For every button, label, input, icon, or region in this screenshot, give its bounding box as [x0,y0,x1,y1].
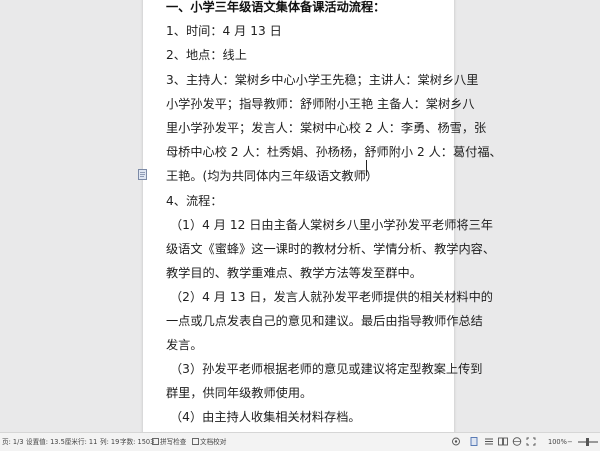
text-cursor [366,160,367,176]
outline-view-icon[interactable] [484,437,494,446]
document-line[interactable]: 群里，供同年级教师使用。 [166,385,312,401]
zoom-level[interactable]: 100% [548,433,567,451]
document-line[interactable]: 4、流程： [166,193,223,209]
page-view-icon[interactable] [469,437,479,446]
status-bar: 页: 1/3 设置值: 13.5厘米 行: 11 列: 19 字数: 1503 … [0,432,600,451]
column-indicator: 列: 19 [100,438,120,446]
document-line[interactable]: 一点或几点发表自己的意见和建议。最后由指导教师作总结 [166,313,483,329]
document-line[interactable]: 3、主持人：棠树乡中心小学王先稳；主讲人：棠树乡八里 [166,72,478,88]
document-page[interactable]: 一、小学三年级语文集体备课活动流程： 1、时间：4 月 13 日 2、地点：线上 3、… [143,0,502,432]
proofread-label: 文档校对 [200,438,227,446]
spellcheck-button[interactable]: 拼写检查 [152,433,186,451]
document-line[interactable]: 级语文《蜜蜂》这一课时的教材分析、学情分析、教学内容、 [166,241,495,257]
document-line[interactable]: 2、地点：线上 [166,47,247,63]
zoom-slider-handle[interactable] [586,438,589,446]
document-workspace[interactable]: 一、小学三年级语文集体备课活动流程： 1、时间：4 月 13 日 2、地点：线上 3、… [0,0,600,432]
document-line[interactable]: （3）孙发平老师根据老师的意见或建议将定型教案上传到 [170,361,482,377]
web-view-icon[interactable] [512,437,522,446]
document-line[interactable]: 1、时间：4 月 13 日 [166,23,282,39]
proofread-button[interactable]: 文档校对 [192,433,226,451]
document-line[interactable]: 里小学孙发平；发言人：棠树中心校 2 人：李勇、杨雪，张 [166,120,486,136]
proofread-icon [192,438,199,445]
spellcheck-icon [152,438,159,445]
row-indicator: 行: 11 [78,438,98,446]
eye-protection-icon[interactable] [451,437,461,446]
document-line[interactable]: （4）由主持人收集相关材料存档。 [170,409,361,425]
spellcheck-label: 拼写检查 [160,438,187,446]
document-line[interactable]: （2）4 月 13 日，发言人就孙发平老师提供的相关材料中的 [170,289,493,305]
document-line[interactable]: 小学孙发平；指导教师：舒师附小王艳 主备人：棠树乡八 [166,96,475,112]
setting-value[interactable]: 设置值: 13.5厘米 [26,433,78,451]
document-line[interactable]: 王艳。(均为共同体内三年级语文教师） [166,168,378,184]
paragraph-marker-icon[interactable] [138,169,147,180]
reading-view-icon[interactable] [498,437,508,446]
document-line[interactable]: 发言。 [166,337,203,353]
page-indicator[interactable]: 页: 1/3 [2,433,24,451]
zoom-out-button[interactable]: − [567,433,573,451]
document-line[interactable]: （1）4 月 12 日由主备人棠树乡八里小学孙发平老师将三年 [170,217,493,233]
focus-mode-icon[interactable] [526,437,536,446]
document-line[interactable]: 教学目的、教学重难点、教学方法等发至群中。 [166,265,422,281]
section-heading[interactable]: 一、小学三年级语文集体备课活动流程： [166,0,385,15]
document-line[interactable]: 母桥中心校 2 人：杜秀娟、孙杨杨，舒师附小 2 人：葛付福、 [166,144,502,160]
word-count[interactable]: 字数: 1503 [120,433,154,451]
